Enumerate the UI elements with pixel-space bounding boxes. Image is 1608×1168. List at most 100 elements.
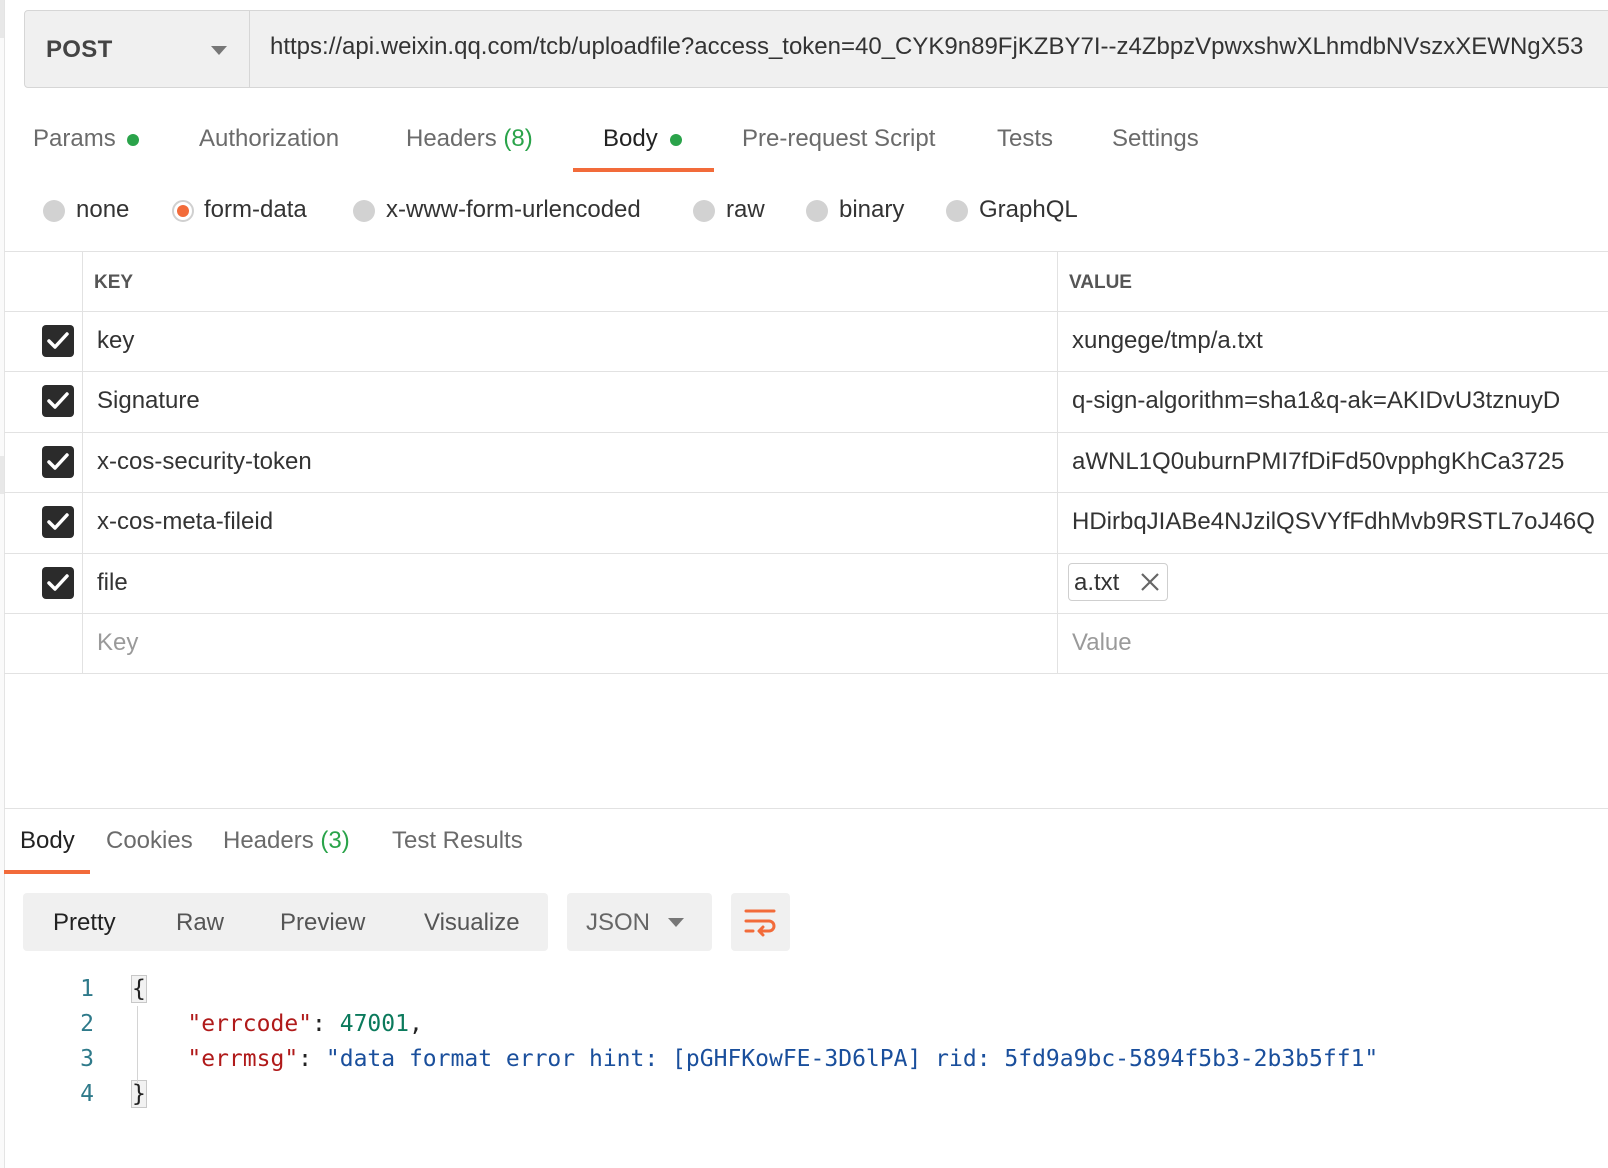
params-indicator-dot (127, 134, 139, 146)
radio-form-data-label: form-data (204, 196, 307, 223)
resp-tab-headers-label: Headers (223, 827, 314, 854)
radio-graphql[interactable]: GraphQL (946, 190, 1086, 236)
code-line: { (131, 975, 147, 1003)
code-line: "errmsg": "data format error hint: [pGHF… (187, 1046, 1379, 1072)
format-label: JSON (586, 909, 651, 936)
row-checkbox[interactable] (42, 325, 74, 357)
tab-authorization[interactable]: Authorization (199, 112, 349, 172)
request-tabs: Params Authorization Headers (8) Body Pr… (0, 112, 1608, 172)
row-value[interactable]: HDirbqJIABe4NJzilQSVYfFdhMvb9RSTL7oJ46Q (1072, 508, 1608, 536)
url-input[interactable]: https://api.weixin.qq.com/tcb/uploadfile… (270, 33, 1583, 61)
method-select[interactable]: POST (25, 11, 250, 87)
row-checkbox[interactable] (42, 506, 74, 538)
resp-tab-headers[interactable]: Headers (3) (223, 818, 357, 874)
json-key: "errmsg" (187, 1046, 299, 1072)
response-divider (4, 808, 1608, 809)
tab-tests-label: Tests (997, 125, 1054, 152)
left-panel-marker (0, 0, 4, 38)
radio-urlencoded-label: x-www-form-urlencoded (386, 196, 641, 223)
indent-guide (137, 1006, 138, 1084)
tab-params-label: Params (33, 125, 116, 152)
body-type-radios: none form-data x-www-form-urlencoded raw… (0, 190, 1608, 236)
radio-circle (693, 200, 715, 222)
line-number: 2 (80, 1011, 94, 1037)
line-number: 1 (80, 976, 94, 1002)
file-name: a.txt (1074, 569, 1120, 596)
row-value[interactable]: aWNL1Q0uburnPMI7fDiFd50vpphgKhCa3725 (1072, 448, 1608, 476)
json-number: 47001 (339, 1011, 409, 1037)
radio-graphql-label: GraphQL (979, 196, 1078, 223)
row-checkbox[interactable] (42, 567, 74, 599)
view-preview-button[interactable]: Preview (280, 909, 365, 937)
resp-headers-count: (3) (320, 827, 350, 854)
row-checkbox[interactable] (42, 385, 74, 417)
key-column-header: KEY (94, 272, 134, 293)
row-key[interactable]: x-cos-security-token (97, 448, 312, 476)
row-key[interactable]: key (97, 327, 134, 355)
table-row: Signature q-sign-algorithm=sha1&q-ak=AKI… (4, 371, 1608, 431)
checkmark-icon (47, 392, 69, 409)
table-row: x-cos-security-token aWNL1Q0uburnPMI7fDi… (4, 432, 1608, 492)
tab-prerequest-label: Pre-request Script (742, 125, 936, 152)
method-label: POST (46, 36, 113, 63)
radio-none[interactable]: none (43, 190, 135, 236)
tab-headers[interactable]: Headers (8) (406, 112, 538, 172)
json-key: "errcode" (187, 1011, 313, 1037)
tab-prerequest-script[interactable]: Pre-request Script (742, 112, 942, 172)
code-line: "errcode": 47001, (187, 1011, 423, 1037)
radio-circle (353, 200, 375, 222)
code-line: } (131, 1080, 147, 1108)
view-pretty-button[interactable]: Pretty (53, 909, 116, 937)
body-indicator-dot (670, 134, 682, 146)
view-visualize-button[interactable]: Visualize (424, 909, 520, 937)
checkmark-icon (47, 332, 69, 349)
table-row-new: Key Value (4, 613, 1608, 673)
resp-tab-body[interactable]: Body (4, 818, 90, 874)
view-raw-button[interactable]: Raw (176, 909, 224, 937)
tab-headers-label: Headers (406, 125, 497, 152)
resp-tab-test-results[interactable]: Test Results (392, 818, 526, 874)
value-column-header: VALUE (1069, 272, 1132, 293)
checkmark-icon (47, 453, 69, 470)
resp-tab-body-label: Body (20, 827, 75, 854)
chevron-down-icon (668, 918, 684, 927)
response-tabs: Body Cookies Headers (3) Test Results (0, 818, 1608, 874)
radio-circle-selected (172, 200, 194, 222)
radio-binary-label: binary (839, 196, 905, 223)
tab-body[interactable]: Body (573, 112, 714, 172)
file-chip[interactable]: a.txt (1068, 563, 1168, 601)
row-key[interactable]: x-cos-meta-fileid (97, 508, 273, 536)
row-key[interactable]: Signature (97, 387, 200, 415)
tab-params[interactable]: Params (33, 112, 145, 172)
close-icon[interactable] (1139, 571, 1161, 593)
radio-binary[interactable]: binary (806, 190, 914, 236)
resp-tab-cookies[interactable]: Cookies (106, 818, 196, 874)
radio-urlencoded[interactable]: x-www-form-urlencoded (353, 190, 658, 236)
radio-raw-label: raw (726, 196, 765, 223)
resp-tab-cookies-label: Cookies (106, 827, 193, 854)
line-number: 3 (80, 1046, 94, 1072)
tab-authorization-label: Authorization (199, 125, 340, 152)
open-brace: { (131, 975, 147, 1003)
line-number: 4 (80, 1081, 94, 1107)
radio-circle (43, 200, 65, 222)
tab-body-label: Body (603, 125, 658, 152)
resp-tab-headers-text: Headers (3) (223, 827, 350, 855)
radio-form-data[interactable]: form-data (172, 190, 317, 236)
wrap-lines-icon (744, 909, 776, 937)
new-value-input[interactable]: Value (1072, 629, 1608, 657)
table-row: file a.txt (4, 553, 1608, 613)
format-select[interactable]: JSON (567, 893, 712, 951)
row-value[interactable]: q-sign-algorithm=sha1&q-ak=AKIDvU3tznuyD (1072, 387, 1608, 415)
active-tab-underline (573, 168, 714, 172)
row-key[interactable]: file (97, 569, 128, 597)
table-divider (4, 673, 1608, 674)
radio-raw[interactable]: raw (693, 190, 773, 236)
wrap-lines-button[interactable] (731, 893, 790, 951)
tab-settings[interactable]: Settings (1112, 112, 1202, 172)
row-checkbox[interactable] (42, 446, 74, 478)
radio-circle (946, 200, 968, 222)
tab-tests[interactable]: Tests (997, 112, 1057, 172)
new-key-input[interactable]: Key (97, 629, 138, 657)
row-value[interactable]: xungege/tmp/a.txt (1072, 327, 1608, 355)
